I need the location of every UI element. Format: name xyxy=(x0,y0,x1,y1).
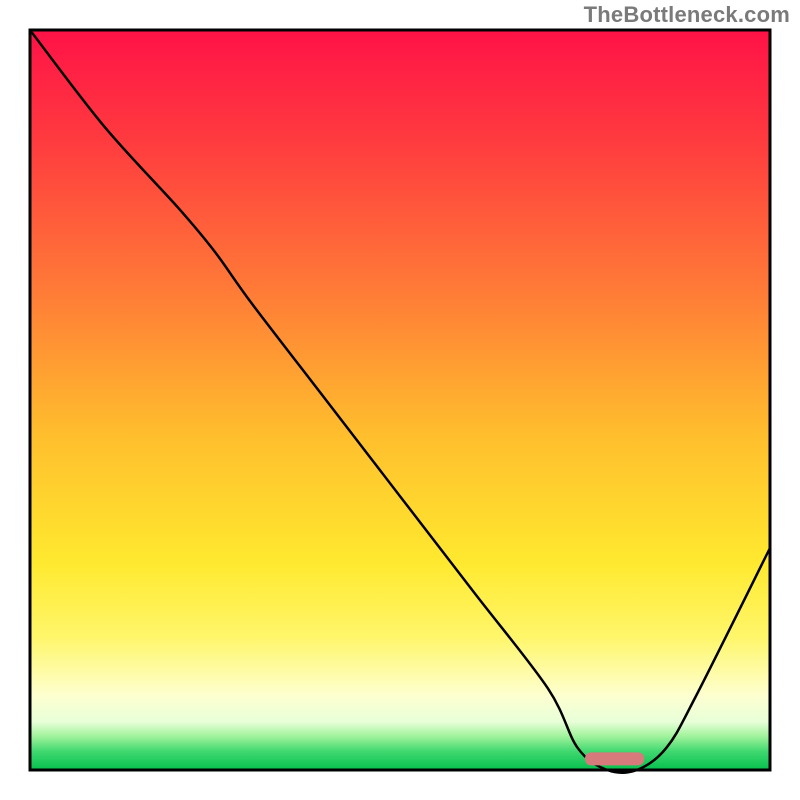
bottleneck-chart-svg xyxy=(0,0,800,800)
chart-container: TheBottleneck.com xyxy=(0,0,800,800)
watermark-text: TheBottleneck.com xyxy=(584,2,790,28)
optimal-range-marker xyxy=(585,752,644,765)
plot-background xyxy=(30,30,770,770)
